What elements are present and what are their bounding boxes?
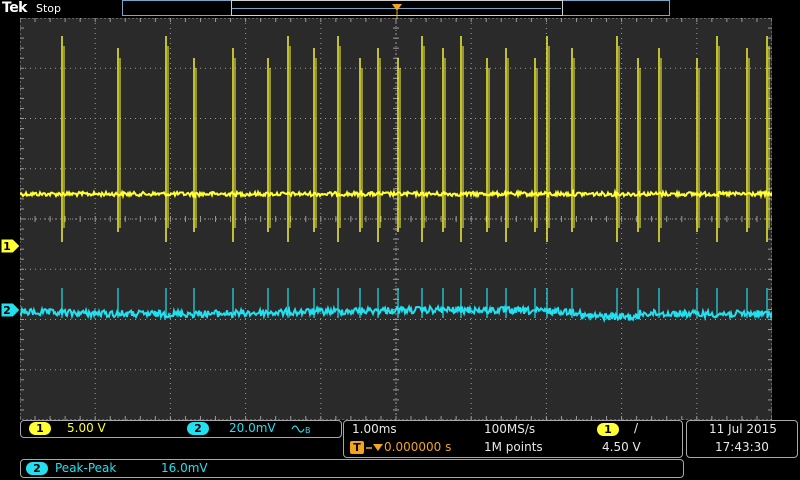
delay-arrow-icon — [366, 444, 383, 451]
brand-logo: Tek — [2, 0, 28, 16]
ch2-marker-label: 2 — [3, 304, 11, 317]
record-length: 1M points — [484, 440, 543, 454]
measurement-panel[interactable]: 2 Peak-Peak 16.0mV — [20, 459, 684, 478]
trigger-level: 4.50 V — [602, 440, 641, 454]
date-display: 11 Jul 2015 — [709, 422, 777, 436]
trigger-source-badge[interactable]: 1 — [597, 423, 619, 436]
ch1-marker-label: 1 — [3, 240, 11, 253]
datetime-panel: 11 Jul 2015 17:43:30 — [686, 420, 798, 458]
time-display: 17:43:30 — [715, 440, 769, 454]
trigger-slope-icon: / — [634, 421, 639, 435]
ch2-scale: 20.0mV — [229, 421, 276, 435]
vertical-settings-panel[interactable]: 1 5.00 V 2 20.0mV B — [20, 420, 342, 438]
measurement-value: 16.0mV — [161, 461, 208, 475]
delay-trigger-icon: T — [350, 441, 364, 454]
ch1-badge[interactable]: 1 — [29, 422, 51, 435]
ch1-ground-marker[interactable]: 1 — [0, 238, 22, 256]
ch1-scale: 5.00 V — [67, 421, 106, 435]
graticule — [20, 18, 772, 420]
bandwidth-limit-icon: B — [291, 425, 311, 435]
measurement-name: Peak-Peak — [55, 461, 117, 475]
acquisition-state: Stop — [36, 2, 62, 15]
svg-text:B: B — [305, 426, 311, 435]
sample-rate: 100MS/s — [484, 422, 536, 436]
measurement-source-badge: 2 — [26, 462, 48, 475]
ch2-badge[interactable]: 2 — [187, 422, 209, 435]
time-per-div: 1.00ms — [352, 422, 397, 436]
horizontal-delay: 0.000000 s — [384, 440, 452, 454]
horizontal-trigger-panel[interactable]: 1.00ms 100MS/s 1 / T 0.000000 s 1M point… — [343, 420, 683, 458]
trigger-arrow-icon — [392, 4, 402, 11]
ch2-ground-marker[interactable]: 2 — [0, 302, 22, 320]
waveform-display[interactable] — [20, 18, 772, 420]
